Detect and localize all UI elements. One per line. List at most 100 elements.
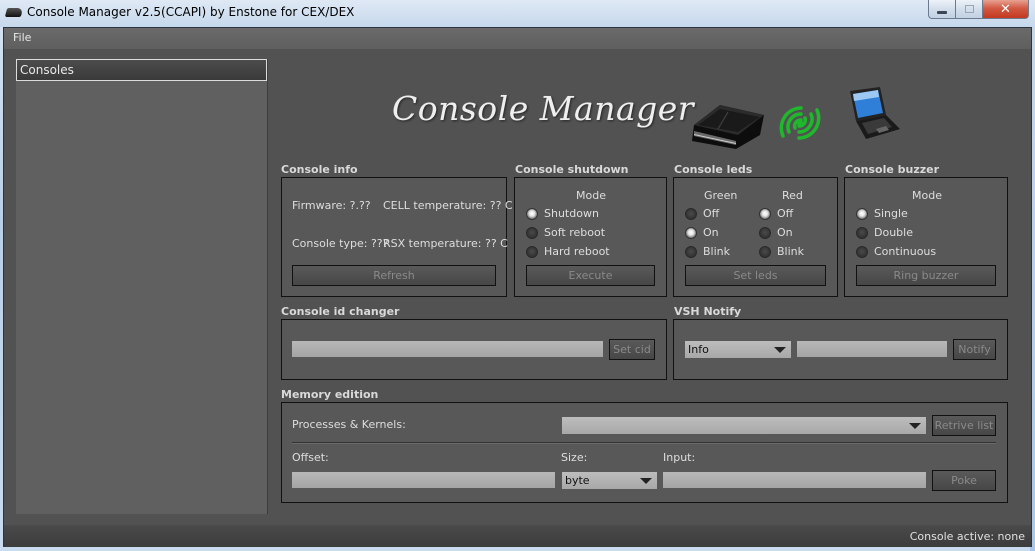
radio-label: Off <box>703 207 720 220</box>
green-led-label: Green <box>704 189 738 202</box>
close-icon: ✕ <box>1000 1 1011 17</box>
chevron-down-icon <box>774 347 786 353</box>
radio-double[interactable]: Double <box>856 226 913 239</box>
chevron-down-icon <box>909 423 921 429</box>
radio-indicator <box>856 207 868 220</box>
maximize-button[interactable] <box>956 0 983 19</box>
firmware-label: Firmware: ?.?? <box>292 199 371 212</box>
cid-changer-title: Console id changer <box>281 305 400 318</box>
minimize-icon <box>937 10 947 14</box>
size-value: byte <box>565 474 590 487</box>
size-label: Size: <box>561 451 588 464</box>
consoles-list[interactable]: Consoles <box>16 59 268 514</box>
radio-label: Blink <box>777 245 805 258</box>
app-icon <box>4 8 24 17</box>
console-shutdown-title: Console shutdown <box>515 163 629 176</box>
radio-indicator <box>685 226 697 239</box>
console-shutdown-group: Mode Shutdown Soft reboot Hard reboot Ex… <box>514 177 667 297</box>
consoles-list-header[interactable]: Consoles <box>16 59 267 81</box>
set-cid-button[interactable]: Set cid <box>609 339 655 360</box>
menu-file[interactable]: File <box>13 31 31 44</box>
window-controls: ✕ <box>928 0 1029 19</box>
red-led-label: Red <box>782 189 803 202</box>
radio-red-on[interactable]: On <box>759 226 793 239</box>
radio-indicator <box>526 226 538 239</box>
poke-button[interactable]: Poke <box>932 470 996 491</box>
radio-indicator <box>526 207 538 220</box>
ps3-console-icon <box>692 105 764 149</box>
window-title: Console Manager v2.5(CCAPI) by Enstone f… <box>27 5 355 19</box>
processes-select[interactable] <box>562 417 926 434</box>
processes-label: Processes & Kernels: <box>292 418 406 431</box>
radio-label: On <box>777 226 793 239</box>
rsx-temperature-label: RSX temperature: ?? C <box>383 237 508 250</box>
console-buzzer-group: Mode Single Double Continuous Ring buzze… <box>844 177 1008 297</box>
logo-banner: Console Manager <box>392 73 912 173</box>
radio-label: On <box>703 226 719 239</box>
radio-label: Continuous <box>874 245 937 258</box>
input-label: Input: <box>663 451 696 464</box>
radio-soft-reboot[interactable]: Soft reboot <box>526 226 605 239</box>
wireless-signal-icon <box>779 106 821 140</box>
radio-green-on[interactable]: On <box>685 226 719 239</box>
cid-changer-group: Set cid <box>281 319 667 380</box>
menu-bar: File <box>4 28 1031 49</box>
radio-single[interactable]: Single <box>856 207 908 220</box>
radio-indicator <box>685 207 697 220</box>
notify-type-select[interactable]: Info <box>685 341 791 358</box>
set-leds-button[interactable]: Set leds <box>685 265 826 286</box>
console-type-label: Console type: ??? <box>292 237 389 250</box>
console-active-status: Console active: none <box>909 530 1025 543</box>
retrieve-list-button[interactable]: Retrive list <box>932 415 996 436</box>
ring-buzzer-button[interactable]: Ring buzzer <box>856 265 996 286</box>
close-button[interactable]: ✕ <box>983 0 1029 19</box>
radio-label: Double <box>874 226 913 239</box>
cell-temperature-label: CELL temperature: ?? C <box>383 199 513 212</box>
console-leds-group: Green Red Off On Blink Off On Blink Set … <box>673 177 838 297</box>
notify-type-value: Info <box>688 343 709 356</box>
console-info-title: Console info <box>281 163 358 176</box>
status-bar: Console active: none <box>4 525 1031 547</box>
size-select[interactable]: byte <box>562 472 657 489</box>
console-buzzer-title: Console buzzer <box>845 163 940 176</box>
title-bar: Console Manager v2.5(CCAPI) by Enstone f… <box>0 0 1035 27</box>
radio-label: Soft reboot <box>544 226 606 239</box>
cid-input[interactable] <box>292 341 603 357</box>
console-leds-title: Console leds <box>674 163 753 176</box>
console-info-group: Firmware: ?.?? CELL temperature: ?? C Co… <box>281 177 513 297</box>
divider <box>292 442 996 444</box>
memory-edition-title: Memory edition <box>281 388 379 401</box>
main-window: File Consoles Console Manager Console in… <box>3 27 1032 547</box>
radio-indicator <box>526 245 538 258</box>
radio-red-off[interactable]: Off <box>759 207 793 220</box>
poke-input[interactable] <box>663 472 926 488</box>
radio-indicator <box>856 226 868 239</box>
logo-text: Console Manager <box>392 89 695 128</box>
chevron-down-icon <box>640 478 652 484</box>
radio-indicator <box>685 245 697 258</box>
vsh-notify-title: VSH Notify <box>674 305 742 318</box>
radio-green-blink[interactable]: Blink <box>685 245 730 258</box>
radio-label: Single <box>874 207 908 220</box>
notify-button[interactable]: Notify <box>953 339 996 360</box>
radio-label: Off <box>777 207 794 220</box>
minimize-button[interactable] <box>928 0 956 19</box>
radio-shutdown[interactable]: Shutdown <box>526 207 599 220</box>
radio-indicator <box>759 207 771 220</box>
offset-input[interactable] <box>292 472 555 488</box>
radio-hard-reboot[interactable]: Hard reboot <box>526 245 610 258</box>
buzzer-mode-label: Mode <box>912 189 942 202</box>
radio-indicator <box>759 226 771 239</box>
radio-label: Shutdown <box>544 207 599 220</box>
notify-message-input[interactable] <box>797 341 947 357</box>
memory-edition-group: Processes & Kernels: Retrive list Offset… <box>281 402 1008 503</box>
radio-continuous[interactable]: Continuous <box>856 245 936 258</box>
radio-red-blink[interactable]: Blink <box>759 245 804 258</box>
radio-label: Blink <box>703 245 731 258</box>
shutdown-mode-label: Mode <box>576 189 606 202</box>
radio-indicator <box>856 245 868 258</box>
execute-button[interactable]: Execute <box>526 265 655 286</box>
offset-label: Offset: <box>292 451 329 464</box>
radio-green-off[interactable]: Off <box>685 207 719 220</box>
refresh-button[interactable]: Refresh <box>292 265 496 286</box>
